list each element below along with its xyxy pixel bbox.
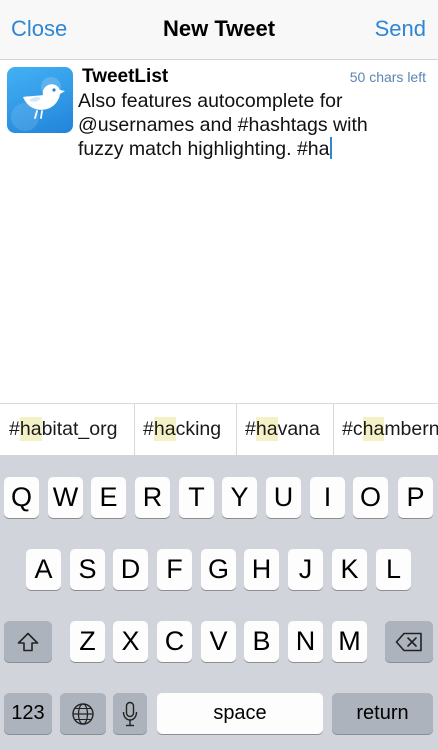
tweet-text-line: Also features autocomplete for xyxy=(78,90,343,112)
key-i[interactable]: I xyxy=(310,477,345,518)
match-highlight: ha xyxy=(255,417,278,441)
globe-key[interactable] xyxy=(60,693,106,734)
microphone-icon xyxy=(122,701,138,726)
match-highlight: ha xyxy=(362,417,385,441)
key-k[interactable]: K xyxy=(332,549,367,590)
key-a[interactable]: A xyxy=(26,549,61,590)
key-s[interactable]: S xyxy=(70,549,105,590)
key-y[interactable]: Y xyxy=(222,477,257,518)
microphone-key[interactable] xyxy=(113,693,147,734)
key-h[interactable]: H xyxy=(244,549,279,590)
shift-key[interactable] xyxy=(4,621,52,662)
suggestion-item[interactable]: #havana xyxy=(245,404,320,455)
autocomplete-suggestions-bar: #habitat_org #hacking #havana #chambern xyxy=(0,403,438,455)
shift-icon xyxy=(17,632,39,651)
key-d[interactable]: D xyxy=(113,549,148,590)
delete-key[interactable] xyxy=(385,621,433,662)
key-f[interactable]: F xyxy=(157,549,192,590)
compose-area[interactable]: TweetList 50 chars left Also features au… xyxy=(0,60,438,403)
tweet-text-line-with-caret: fuzzy match highlighting. #ha xyxy=(78,137,423,161)
key-r[interactable]: R xyxy=(135,477,170,518)
avatar xyxy=(7,67,73,133)
suggestion-item[interactable]: #hacking xyxy=(143,404,221,455)
key-m[interactable]: M xyxy=(332,621,367,662)
suggestion-divider xyxy=(134,404,135,455)
numbers-key[interactable]: 123 xyxy=(4,693,52,734)
match-highlight: ha xyxy=(153,417,176,441)
tweet-text-line: fuzzy match highlighting. #ha xyxy=(78,138,330,160)
key-l[interactable]: L xyxy=(376,549,411,590)
key-w[interactable]: W xyxy=(48,477,83,518)
suggestion-divider xyxy=(333,404,334,455)
key-b[interactable]: B xyxy=(244,621,279,662)
key-u[interactable]: U xyxy=(266,477,301,518)
key-t[interactable]: T xyxy=(179,477,214,518)
suggestion-item[interactable]: #habitat_org xyxy=(9,404,117,455)
chars-left-counter: 50 chars left xyxy=(349,69,426,85)
key-o[interactable]: O xyxy=(353,477,388,518)
navigation-bar: Close New Tweet Send xyxy=(0,0,438,60)
key-c[interactable]: C xyxy=(157,621,192,662)
key-n[interactable]: N xyxy=(288,621,323,662)
key-x[interactable]: X xyxy=(113,621,148,662)
key-j[interactable]: J xyxy=(288,549,323,590)
match-highlight: ha xyxy=(19,417,42,441)
tweet-text-field[interactable]: Also features autocomplete for @username… xyxy=(78,89,423,161)
keyboard: Q W E R T Y U I O P A S D F G H J K L Z … xyxy=(0,455,438,750)
return-key[interactable]: return xyxy=(332,693,433,734)
bird-logo-icon xyxy=(11,77,65,131)
page-title: New Tweet xyxy=(162,16,276,41)
delete-icon xyxy=(395,632,422,651)
send-button[interactable]: Send xyxy=(375,16,426,42)
key-e[interactable]: E xyxy=(91,477,126,518)
suggestion-divider xyxy=(236,404,237,455)
key-p[interactable]: P xyxy=(398,477,433,518)
key-v[interactable]: V xyxy=(201,621,236,662)
key-g[interactable]: G xyxy=(201,549,236,590)
key-q[interactable]: Q xyxy=(4,477,39,518)
globe-icon xyxy=(72,702,94,725)
account-name: TweetList xyxy=(82,66,169,87)
suggestion-item[interactable]: #chambern xyxy=(342,404,438,455)
space-key[interactable]: space xyxy=(157,693,323,734)
tweet-text-line: @usernames and #hashtags with xyxy=(78,114,368,136)
text-caret xyxy=(330,137,333,159)
key-z[interactable]: Z xyxy=(70,621,105,662)
